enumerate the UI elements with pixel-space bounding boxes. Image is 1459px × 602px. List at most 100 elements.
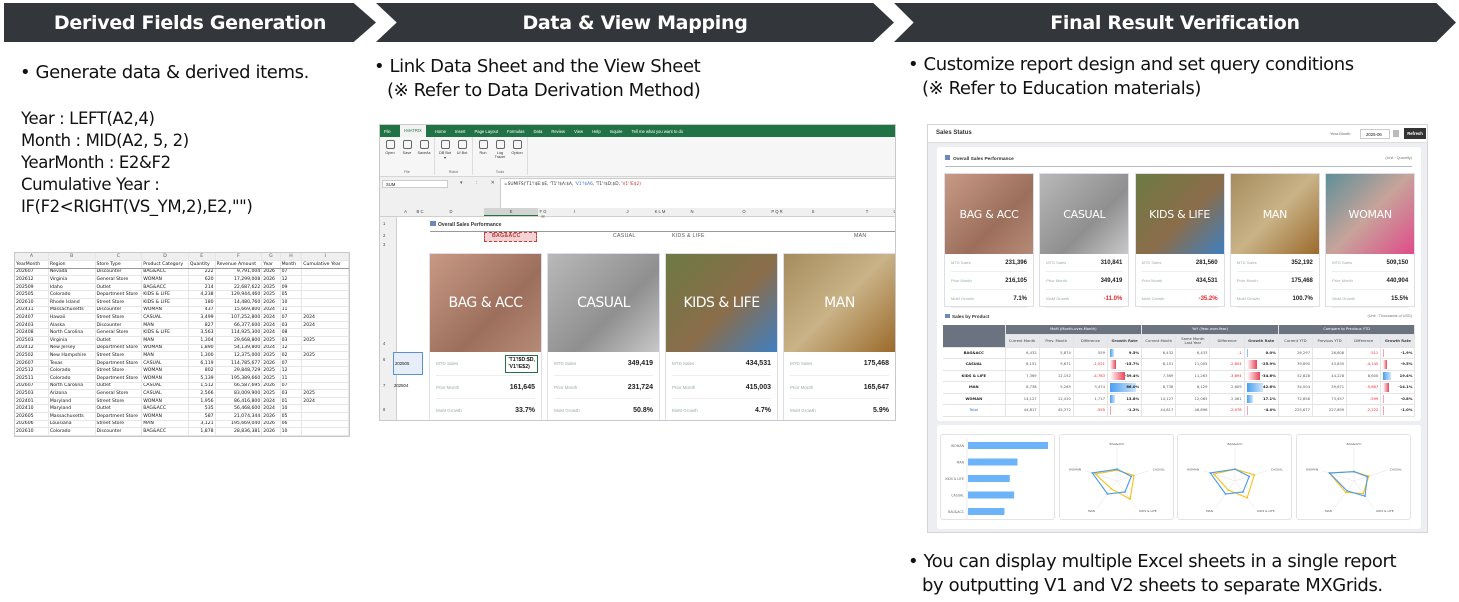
- table-cell[interactable]: [301, 412, 349, 421]
- table-cell[interactable]: 202411: [15, 306, 49, 315]
- table-cell[interactable]: [301, 328, 349, 338]
- row-number[interactable]: 2: [383, 233, 385, 238]
- table-cell[interactable]: Maryland: [48, 404, 96, 413]
- cell-a6[interactable]: 202505: [393, 352, 423, 375]
- table-cell[interactable]: [301, 283, 349, 292]
- table-cell[interactable]: Colorado: [48, 435, 96, 436]
- column-header[interactable]: YearMonth: [15, 260, 49, 269]
- table-cell[interactable]: Arizona: [48, 389, 96, 398]
- tab-i-matrix[interactable]: I-MATRIX: [399, 125, 426, 137]
- calendar-icon[interactable]: [1393, 130, 1399, 137]
- table-cell[interactable]: 05: [280, 412, 303, 421]
- table-cell[interactable]: Texas: [48, 359, 96, 368]
- column-letter[interactable]: I: [548, 209, 601, 214]
- table-cell[interactable]: Department Store: [95, 374, 143, 383]
- table-cell[interactable]: General Store: [95, 389, 143, 398]
- table-cell[interactable]: 2,566: [188, 389, 216, 398]
- table-cell[interactable]: 195,389,660: [215, 374, 263, 383]
- table-cell[interactable]: 214: [188, 283, 216, 292]
- table-cell[interactable]: North Carolina: [48, 328, 96, 338]
- column-letter[interactable]: F G H: [538, 209, 548, 219]
- table-cell[interactable]: 437: [188, 306, 216, 315]
- table-cell[interactable]: 1,890: [188, 344, 216, 353]
- table-cell[interactable]: Street Store: [95, 420, 143, 429]
- table-cell[interactable]: [301, 268, 349, 277]
- table-cell[interactable]: Street Store: [95, 351, 143, 360]
- table-cell[interactable]: Massachusetts: [48, 412, 96, 421]
- table-cell[interactable]: 03: [280, 321, 303, 330]
- table-cell[interactable]: 66,377,600: [215, 321, 263, 330]
- table-cell[interactable]: 620: [188, 275, 216, 284]
- column-header[interactable]: Year: [261, 260, 281, 269]
- table-cell[interactable]: Discounter: [95, 427, 143, 436]
- table-cell[interactable]: Hawaii: [48, 313, 96, 322]
- table-cell[interactable]: 29,722,315: [215, 435, 263, 436]
- column-letter[interactable]: E: [484, 208, 538, 216]
- table-cell[interactable]: 202612: [15, 275, 49, 284]
- year-month-input[interactable]: 2025-06: [1360, 129, 1390, 139]
- table-cell[interactable]: 587: [188, 412, 216, 421]
- table-cell[interactable]: 56,468,600: [215, 404, 263, 413]
- table-cell[interactable]: Idaho: [48, 283, 96, 292]
- table-cell[interactable]: Street Store: [95, 397, 143, 406]
- table-cell[interactable]: 202511: [15, 374, 49, 383]
- table-cell[interactable]: 02: [280, 351, 303, 360]
- table-cell[interactable]: 202606: [15, 420, 49, 429]
- table-cell[interactable]: WOMAN: [141, 397, 189, 406]
- table-cell[interactable]: BAG&ACC: [141, 283, 189, 292]
- table-cell[interactable]: Department Store: [95, 290, 143, 300]
- tab-inquire[interactable]: Inquire: [610, 129, 623, 134]
- table-cell[interactable]: KIDS & LIFE: [141, 298, 189, 307]
- table-cell[interactable]: 12: [280, 275, 303, 284]
- table-cell[interactable]: 2024: [261, 397, 281, 406]
- table-cell[interactable]: [301, 420, 349, 429]
- table-cell[interactable]: Street Store: [95, 298, 143, 307]
- table-cell[interactable]: 107,252,800: [215, 313, 263, 322]
- table-cell[interactable]: 202610: [15, 427, 49, 436]
- tab-help[interactable]: Help: [592, 129, 601, 134]
- table-cell[interactable]: [301, 435, 349, 436]
- table-cell[interactable]: 202503: [15, 336, 49, 345]
- table-cell[interactable]: BAG&ACC: [141, 404, 189, 413]
- table-cell[interactable]: Discounter: [95, 268, 143, 277]
- table-cell[interactable]: 2026: [261, 427, 281, 436]
- table-cell[interactable]: 202509: [15, 283, 49, 292]
- cell-a7[interactable]: 202504: [394, 383, 408, 388]
- editing-cell[interactable]: 'T1'!$D:$D, 'V1'!E$2): [505, 354, 538, 373]
- table-cell[interactable]: 09: [280, 283, 303, 292]
- column-letter[interactable]: S: [784, 209, 842, 214]
- table-cell[interactable]: 1,878: [188, 427, 216, 436]
- table-cell[interactable]: 2024: [261, 404, 281, 413]
- table-cell[interactable]: 22,687,622: [215, 283, 263, 292]
- column-letter[interactable]: K L M: [654, 209, 666, 214]
- table-cell[interactable]: MAN: [141, 351, 189, 360]
- table-cell[interactable]: 2024: [261, 344, 281, 353]
- row-number[interactable]: 6: [383, 357, 385, 362]
- name-box[interactable]: SUM: [382, 180, 448, 188]
- table-cell[interactable]: 2026: [261, 382, 281, 391]
- table-cell[interactable]: 195,669,040: [215, 420, 263, 429]
- table-cell[interactable]: 10: [280, 404, 303, 413]
- table-cell[interactable]: Alaska: [48, 321, 96, 330]
- table-cell[interactable]: 2024: [261, 313, 281, 322]
- table-cell[interactable]: 3,121: [188, 420, 216, 429]
- table-cell[interactable]: 202512: [15, 366, 49, 375]
- table-cell[interactable]: 3,499: [188, 313, 216, 322]
- table-cell[interactable]: WOMAN: [141, 374, 189, 383]
- table-cell[interactable]: 202612: [15, 435, 49, 436]
- table-cell[interactable]: 2025: [261, 389, 281, 398]
- table-cell[interactable]: North Carolina: [48, 382, 96, 391]
- table-cell[interactable]: [301, 306, 349, 315]
- table-cell[interactable]: WOMAN: [141, 275, 189, 284]
- table-cell[interactable]: 54,139,800: [215, 344, 263, 353]
- table-cell[interactable]: 1,512: [188, 382, 216, 391]
- column-letter[interactable]: P Q R: [770, 209, 784, 214]
- row-number[interactable]: 4: [383, 341, 385, 346]
- table-cell[interactable]: 01: [280, 397, 303, 406]
- table-cell[interactable]: 202503: [15, 389, 49, 398]
- column-letter[interactable]: B C: [414, 209, 426, 214]
- column-header[interactable]: Store Type: [95, 260, 143, 269]
- tab-home[interactable]: Home: [435, 129, 446, 134]
- table-cell[interactable]: Massachusetts: [48, 306, 96, 315]
- table-cell[interactable]: 83,009,900: [215, 389, 263, 398]
